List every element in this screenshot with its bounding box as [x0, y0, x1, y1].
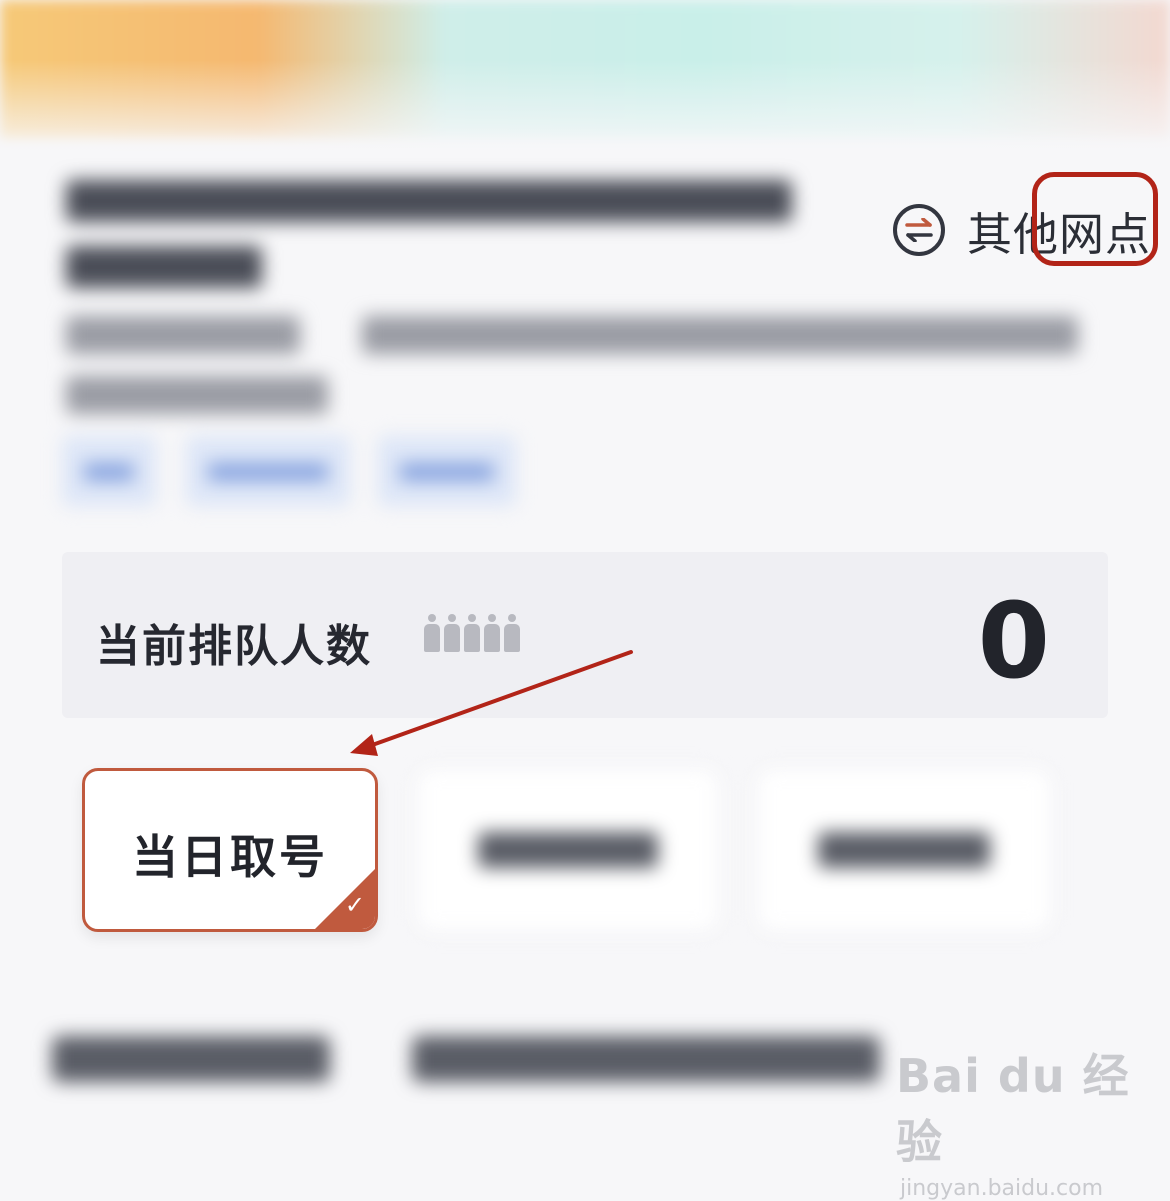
watermark-logo: Bai du 经验: [896, 1049, 1130, 1169]
baidu-watermark: Bai du 经验 jingyan.baidu.com: [896, 1040, 1170, 1201]
annotation-arrow: [350, 650, 633, 756]
watermark-url: jingyan.baidu.com: [900, 1176, 1104, 1201]
